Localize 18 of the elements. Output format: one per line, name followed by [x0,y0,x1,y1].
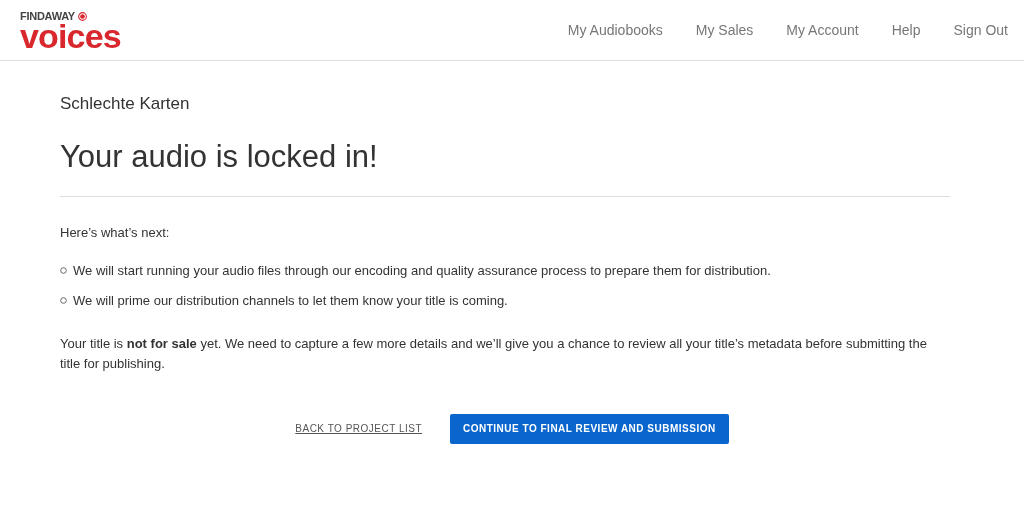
back-link[interactable]: BACK TO PROJECT LIST [295,421,422,436]
bullet-icon [60,297,67,305]
intro-text: Here’s what’s next: [60,224,171,242]
bullet-icon [60,266,67,274]
nav-link[interactable]: Sign Out [953,19,1008,41]
step-text: We will start running your audio files through our encoding and quality assurance process to prepare them for distribution. [73,261,771,280]
nav-link[interactable]: My Account [786,19,859,41]
continue-button[interactable]: CONTINUE TO FINAL REVIEW AND SUBMISSION [450,413,729,444]
nav-link[interactable]: Help [891,19,921,41]
project-title: Schlechte Karten [60,93,191,115]
page-heading: Your audio is locked in! [60,133,950,197]
logo-small-text: FINDAWAY [20,10,75,22]
record-dot-icon [77,11,87,21]
step-text: We will prime our distribution channels to let them know your title is coming. [73,292,508,310]
note-text: Your title is not for sale yet. We need to capture a few more details and we’ll give you a chance to review all your title’s metadata before submitting the title for publishing. [60,334,928,373]
logo-text: voices [20,21,121,50]
nav-link[interactable]: My Sales [695,19,754,41]
nav-link[interactable]: My Audiobooks [567,19,663,41]
